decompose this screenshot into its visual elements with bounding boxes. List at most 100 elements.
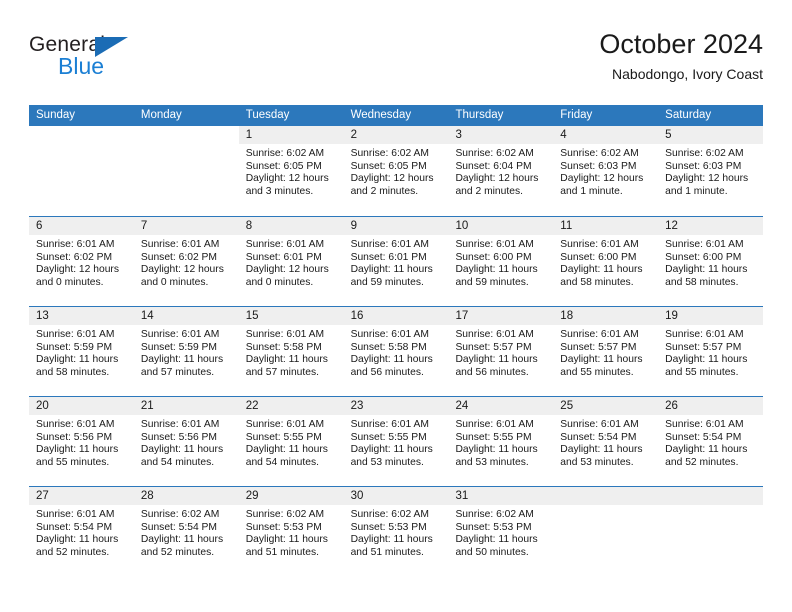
day-cell-29[interactable]: 29 Sunrise: 6:02 AM Sunset: 5:53 PM Dayligh… (238, 487, 344, 576)
day-sun-info: Sunrise: 6:01 AM Sunset: 5:59 PM Daylight:… (29, 325, 134, 379)
day-cell-14[interactable]: 14 Sunrise: 6:01 AM Sunset: 5:59 PM Dayligh… (133, 307, 239, 396)
day-cell-8[interactable]: 8 Sunrise: 6:01 AM Sunset: 6:01 PM Daylight… (238, 217, 344, 306)
day-info-line: Sunrise: 6:01 AM (36, 419, 115, 430)
day-info-line: Daylight: 12 hours (140, 264, 224, 276)
day-number: 31 (455, 490, 469, 502)
day-info-line: Sunset: 6:05 PM (350, 160, 427, 172)
day-sun-info: Sunrise: 6:01 AM Sunset: 6:01 PM Daylight:… (344, 235, 449, 289)
day-sun-info: Sunrise: 6:02 AM Sunset: 6:05 PM Daylight:… (344, 144, 449, 198)
day-info-line: Daylight: 11 hours (140, 444, 224, 456)
day-info-line: and 0 minutes. (36, 276, 104, 288)
day-info-line: Sunset: 5:54 PM (560, 431, 637, 443)
day-cell-15[interactable]: 15 Sunrise: 6:01 AM Sunset: 5:58 PM Dayligh… (238, 307, 344, 396)
day-cell-31[interactable]: 31 Sunrise: 6:02 AM Sunset: 5:53 PM Dayligh… (448, 487, 554, 576)
day-info-line: Daylight: 11 hours (245, 444, 328, 456)
day-info-line: Sunset: 5:55 PM (455, 431, 532, 443)
day-sun-info: Sunrise: 6:01 AM Sunset: 5:56 PM Daylight:… (29, 415, 134, 469)
day-cell-16[interactable]: 16 Sunrise: 6:01 AM Sunset: 5:58 PM Dayligh… (343, 307, 449, 396)
day-info-line: Sunrise: 6:01 AM (665, 329, 744, 340)
day-cell-22[interactable]: 22 Sunrise: 6:01 AM Sunset: 5:55 PM Dayligh… (238, 397, 344, 486)
day-cell-30[interactable]: 30 Sunrise: 6:02 AM Sunset: 5:53 PM Dayligh… (343, 487, 449, 576)
day-cell-24[interactable]: 24 Sunrise: 6:01 AM Sunset: 5:55 PM Dayligh… (448, 397, 554, 486)
day-number: 14 (140, 310, 154, 322)
day-info-line: Sunset: 6:01 PM (350, 251, 427, 263)
day-cell-19[interactable]: 19 Sunrise: 6:01 AM Sunset: 5:57 PM Dayligh… (658, 307, 764, 396)
day-cell-3[interactable]: 3 Sunrise: 6:02 AM Sunset: 6:04 PM Daylight… (448, 126, 554, 216)
day-info-line: Sunset: 5:53 PM (455, 521, 532, 533)
day-cell-7[interactable]: 7 Sunrise: 6:01 AM Sunset: 6:02 PM Daylight… (133, 217, 239, 306)
day-number: 20 (36, 400, 49, 412)
day-info-line: and 52 minutes. (665, 456, 739, 468)
day-cell-18[interactable]: 18 Sunrise: 6:01 AM Sunset: 5:57 PM Dayligh… (553, 307, 659, 396)
day-sun-info: Sunrise: 6:02 AM Sunset: 5:54 PM Daylight:… (134, 505, 239, 559)
day-number: 16 (350, 310, 364, 322)
day-info-line: and 56 minutes. (455, 366, 529, 378)
day-cell-6[interactable]: 6 Sunrise: 6:01 AM Sunset: 6:02 PM Daylight… (29, 217, 134, 306)
day-sun-info: Sunrise: 6:02 AM Sunset: 6:04 PM Daylight:… (448, 144, 553, 198)
day-number-band: 11 (553, 217, 659, 235)
day-number: 30 (350, 490, 364, 502)
day-info-line: and 53 minutes. (560, 456, 634, 468)
day-info-line: Sunrise: 6:02 AM (455, 148, 534, 159)
day-number: 19 (665, 310, 678, 322)
day-number-band: 19 (658, 307, 764, 325)
day-cell-10[interactable]: 10 Sunrise: 6:01 AM Sunset: 6:00 PM Dayligh… (448, 217, 554, 306)
day-info-line: Sunset: 6:02 PM (36, 251, 113, 263)
day-number: 5 (665, 129, 672, 141)
day-number-band: 2 (343, 126, 449, 144)
day-sun-info: Sunrise: 6:01 AM Sunset: 5:54 PM Daylight:… (29, 505, 134, 559)
day-info-line: Sunset: 6:02 PM (140, 251, 217, 263)
day-number: 6 (36, 220, 43, 232)
day-sun-info: Sunrise: 6:01 AM Sunset: 6:02 PM Daylight:… (29, 235, 134, 289)
day-info-line: and 56 minutes. (350, 366, 424, 378)
day-info-line: and 59 minutes. (455, 276, 529, 288)
day-info-line: and 52 minutes. (140, 546, 215, 558)
day-info-line: Sunset: 5:54 PM (665, 431, 742, 443)
day-cell-4[interactable]: 4 Sunrise: 6:02 AM Sunset: 6:03 PM Daylight… (553, 126, 659, 216)
day-info-line: Sunset: 5:58 PM (350, 341, 427, 353)
day-info-line: and 54 minutes. (245, 456, 319, 468)
day-cell-9[interactable]: 9 Sunrise: 6:01 AM Sunset: 6:01 PM Daylight… (343, 217, 449, 306)
day-cell-23[interactable]: 23 Sunrise: 6:01 AM Sunset: 5:55 PM Dayligh… (343, 397, 449, 486)
day-cell-20[interactable]: 20 Sunrise: 6:01 AM Sunset: 5:56 PM Dayligh… (29, 397, 134, 486)
day-cell-5[interactable]: 5 Sunrise: 6:02 AM Sunset: 6:03 PM Daylight… (658, 126, 764, 216)
day-sun-info: Sunrise: 6:02 AM Sunset: 6:05 PM Daylight:… (239, 144, 344, 198)
day-sun-info: Sunrise: 6:01 AM Sunset: 5:55 PM Daylight:… (448, 415, 553, 469)
day-cell-12[interactable]: 12 Sunrise: 6:01 AM Sunset: 6:00 PM Dayligh… (658, 217, 764, 306)
day-sun-info: Sunrise: 6:01 AM Sunset: 5:57 PM Daylight:… (553, 325, 658, 379)
day-info-line: Daylight: 11 hours (350, 444, 433, 456)
day-info-line: and 55 minutes. (665, 366, 739, 378)
day-cell-17[interactable]: 17 Sunrise: 6:01 AM Sunset: 5:57 PM Dayligh… (448, 307, 554, 396)
day-number: 21 (140, 400, 154, 412)
day-info-line: and 0 minutes. (140, 276, 209, 288)
day-cell-25[interactable]: 25 Sunrise: 6:01 AM Sunset: 5:54 PM Dayligh… (553, 397, 659, 486)
day-cell-1[interactable]: 1 Sunrise: 6:02 AM Sunset: 6:05 PM Daylight… (238, 126, 344, 216)
day-number: 4 (560, 129, 567, 141)
day-cell-13[interactable]: 13 Sunrise: 6:01 AM Sunset: 5:59 PM Dayligh… (29, 307, 134, 396)
day-info-line: and 57 minutes. (140, 366, 215, 378)
day-info-line: Sunset: 5:56 PM (140, 431, 217, 443)
day-cell-2[interactable]: 2 Sunrise: 6:02 AM Sunset: 6:05 PM Daylight… (343, 126, 449, 216)
day-cell-27[interactable]: 27 Sunrise: 6:01 AM Sunset: 5:54 PM Dayligh… (29, 487, 134, 576)
day-cell-21[interactable]: 21 Sunrise: 6:01 AM Sunset: 5:56 PM Dayligh… (133, 397, 239, 486)
day-number: 13 (36, 310, 49, 322)
weekday-header-sunday: Sunday (36, 109, 76, 121)
day-info-line: Daylight: 11 hours (36, 444, 119, 456)
day-sun-info: Sunrise: 6:01 AM Sunset: 6:02 PM Daylight:… (134, 235, 239, 289)
day-number-band: 26 (658, 397, 764, 415)
day-info-line: Daylight: 11 hours (455, 444, 538, 456)
day-number-band: 8 (238, 217, 344, 235)
general-blue-logo[interactable]: General Blue (29, 33, 209, 89)
day-cell-empty (133, 126, 239, 216)
day-info-line: Daylight: 11 hours (455, 534, 538, 546)
day-number-band: 4 (553, 126, 659, 144)
day-cell-26[interactable]: 26 Sunrise: 6:01 AM Sunset: 5:54 PM Dayligh… (658, 397, 764, 486)
day-cell-28[interactable]: 28 Sunrise: 6:02 AM Sunset: 5:54 PM Dayligh… (133, 487, 239, 576)
day-cell-11[interactable]: 11 Sunrise: 6:01 AM Sunset: 6:00 PM Dayligh… (553, 217, 659, 306)
day-number: 8 (245, 220, 253, 232)
day-info-line: Daylight: 12 hours (665, 173, 749, 185)
day-info-line: Daylight: 12 hours (455, 173, 539, 185)
day-info-line: Daylight: 11 hours (455, 354, 538, 366)
day-info-line: Sunrise: 6:02 AM (245, 509, 325, 520)
day-number: 26 (665, 400, 678, 412)
